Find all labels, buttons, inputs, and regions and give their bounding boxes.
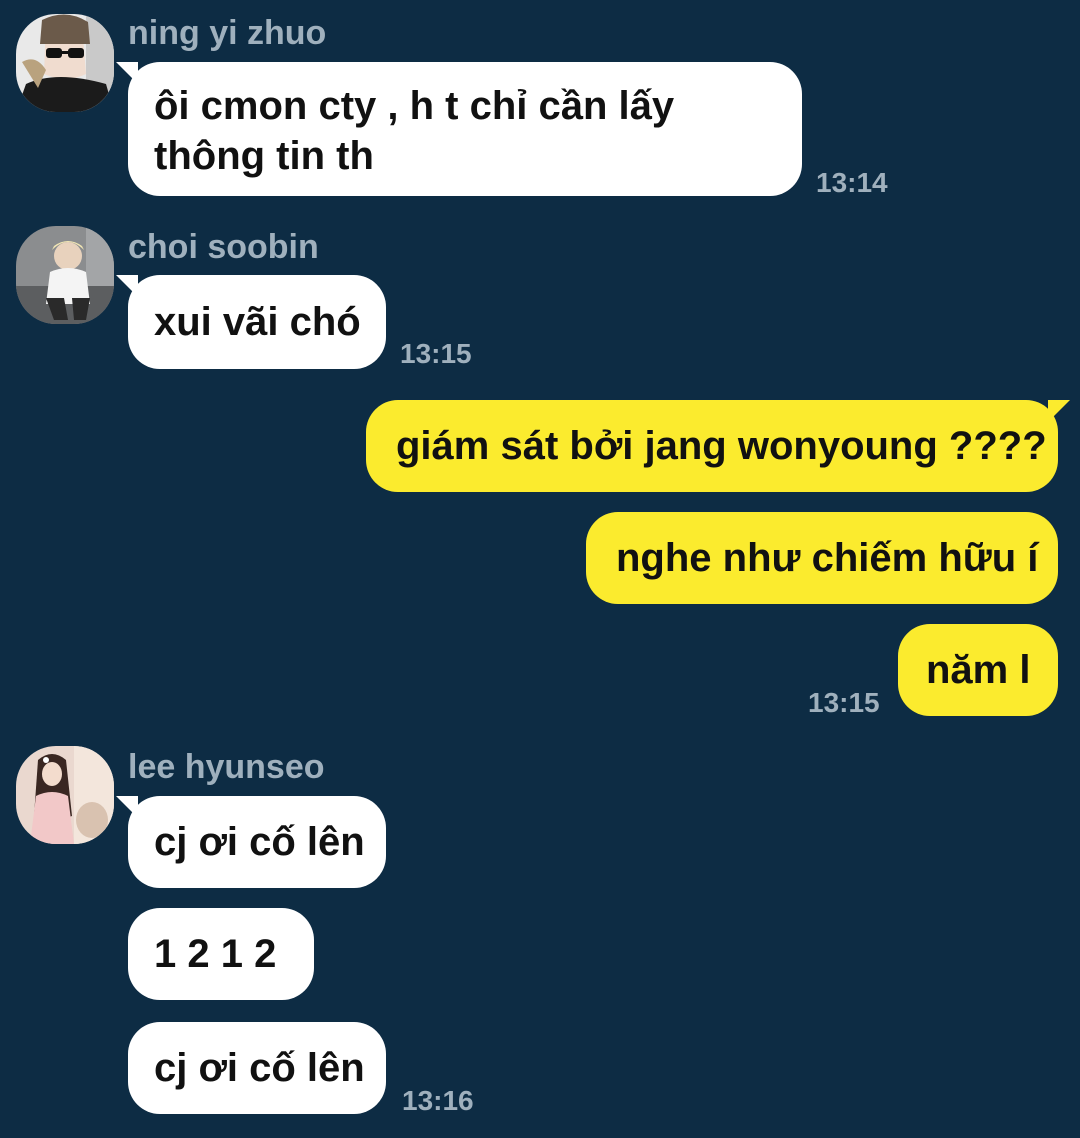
bubble-tail [1048,400,1070,422]
message-text-line2: thông tin th [154,134,374,178]
message-text: cj ơi cố lên [154,820,365,864]
avatar-lee-hyunseo[interactable] [16,746,114,844]
sender-name-lee: lee hyunseo [128,748,325,786]
avatar-lee-image [16,746,114,844]
avatar-ning-image [16,14,114,112]
avatar-choi-soobin[interactable] [16,226,114,324]
message-text: nghe như chiếm hữu í [616,536,1039,580]
message-text-line1: ôi cmon cty , h t chỉ cần lấy [154,84,675,128]
avatar-choi-image [16,226,114,324]
message-bubble-outgoing-1[interactable]: giám sát bởi jang wonyoung ???? [366,400,1070,492]
message-text: giám sát bởi jang wonyoung ???? [396,424,1047,468]
bubble-tail [116,62,138,84]
message-text: xui vãi chó [154,300,361,344]
timestamp-outgoing: 13:15 [808,687,880,718]
timestamp-choi: 13:15 [400,338,472,369]
message-bubble-lee-2[interactable]: 1 2 1 2 [128,908,314,1000]
message-bubble-outgoing-3[interactable]: năm l [898,624,1058,716]
avatar-ning-yi-zhuo[interactable] [16,14,114,112]
bubble-tail [116,275,138,297]
sender-name-choi: choi soobin [128,228,319,266]
timestamp-lee: 13:16 [402,1085,474,1116]
message-text: 1 2 1 2 [154,932,277,976]
message-bubble-lee-3[interactable]: cj ơi cố lên [128,1022,386,1114]
message-text: cj ơi cố lên [154,1046,365,1090]
message-bubble-ning[interactable]: ôi cmon cty , h t chỉ cần lấy thông tin … [116,62,802,196]
timestamp-ning: 13:14 [816,167,888,198]
bubble-tail [116,796,138,818]
message-text: năm l [926,648,1031,692]
sender-name-ning: ning yi zhuo [128,14,327,52]
message-bubble-outgoing-2[interactable]: nghe như chiếm hữu í [586,512,1058,604]
message-bubble-lee-1[interactable]: cj ơi cố lên [116,796,386,888]
message-bubble-choi[interactable]: xui vãi chó [116,275,386,369]
